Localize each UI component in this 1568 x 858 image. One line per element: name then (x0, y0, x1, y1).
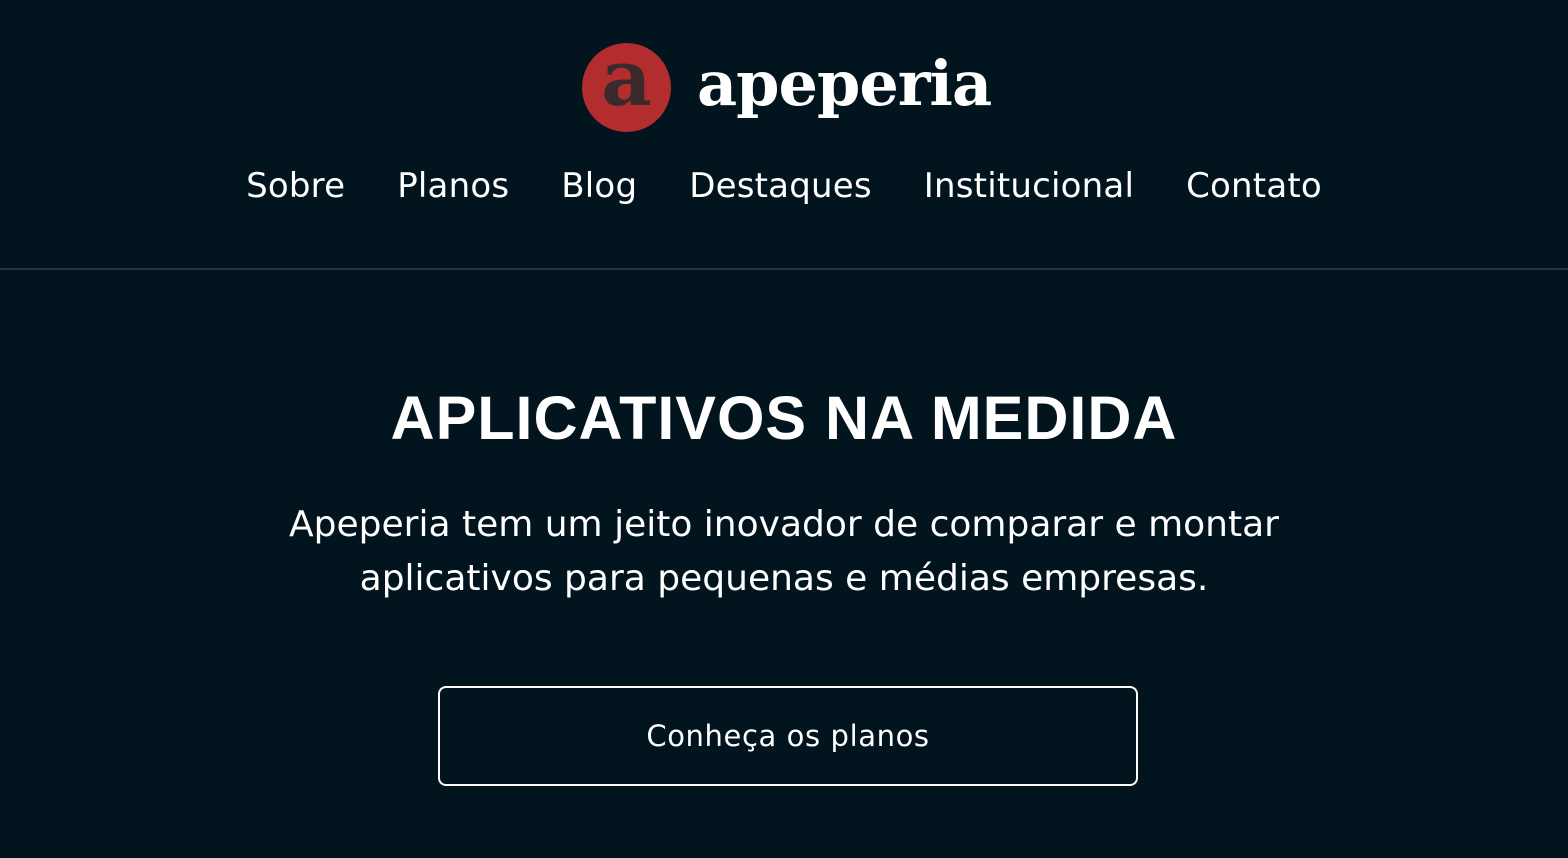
view-plans-button[interactable]: Conheça os planos (438, 686, 1138, 786)
hero-section: APLICATIVOS NA MEDIDA Apeperia tem um je… (0, 270, 1568, 858)
brand-logo-icon: a (582, 34, 671, 132)
hero-title: APLICATIVOS NA MEDIDA (390, 384, 1178, 452)
brand-logo-letter: a (601, 32, 652, 124)
nav-item-planos[interactable]: Planos (397, 160, 509, 212)
nav-item-blog[interactable]: Blog (561, 160, 637, 212)
nav-item-institucional[interactable]: Institucional (924, 160, 1134, 212)
brand-name: apeperia (697, 47, 992, 120)
nav-item-contato[interactable]: Contato (1186, 160, 1322, 212)
main-navigation: Sobre Planos Blog Destaques Instituciona… (0, 160, 1568, 212)
site-header: a apeperia Sobre Planos Blog Destaques I… (0, 0, 1568, 268)
nav-item-sobre[interactable]: Sobre (246, 160, 345, 212)
brand-logo-link[interactable]: a apeperia (582, 34, 992, 132)
hero-description: Apeperia tem um jeito inovador de compar… (289, 504, 1279, 599)
nav-item-destaques[interactable]: Destaques (689, 160, 872, 212)
